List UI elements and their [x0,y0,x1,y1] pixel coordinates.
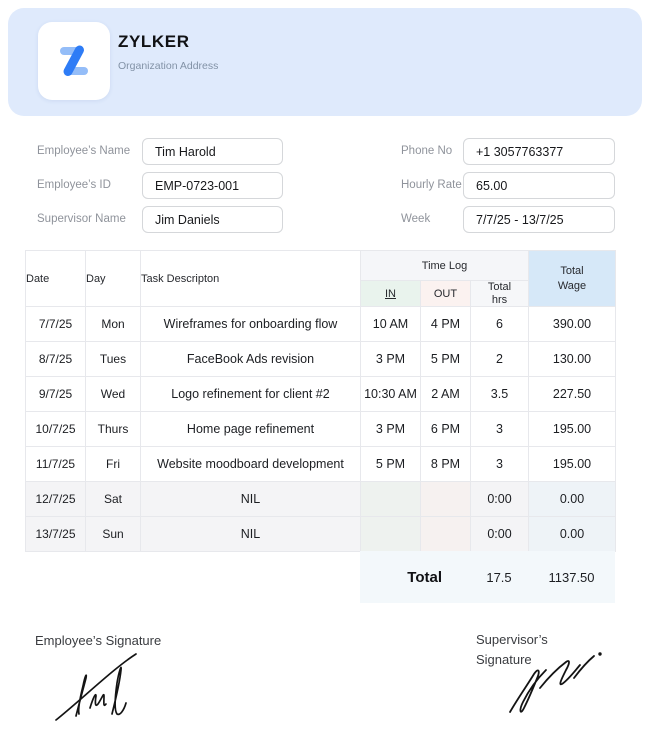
cell-wage: 195.00 [529,447,616,482]
cell-date: 12/7/25 [26,482,86,517]
supervisor-name-input[interactable] [142,206,283,233]
cell-day: Tues [86,342,141,377]
col-header-time-log: Time Log [361,251,529,281]
totals-band: Total 17.5 1137.50 [360,551,615,603]
employee-signature-label: Employee’s Signature [35,633,161,648]
table-row: 7/7/25MonWireframes for onboarding flow1… [26,307,616,342]
table-row: 12/7/25SatNIL 0:000.00 [26,482,616,517]
hourly-rate-label: Hourly Rate [401,172,462,199]
col-header-total-wage: Total Wage [529,251,616,307]
cell-date: 9/7/25 [26,377,86,412]
table-row: 9/7/25WedLogo refinement for client #210… [26,377,616,412]
timesheet-page: ZYLKER Organization Address Employee’s N… [0,0,650,753]
cell-task: Logo refinement for client #2 [141,377,361,412]
cell-in: 3 PM [361,412,421,447]
col-header-out: OUT [421,281,471,307]
table-row: 8/7/25TuesFaceBook Ads revision3 PM5 PM2… [26,342,616,377]
company-address: Organization Address [118,60,218,72]
cell-in [361,517,421,552]
cell-hrs: 3.5 [471,377,529,412]
phone-input[interactable] [463,138,615,165]
company-logo [38,22,110,100]
cell-out: 2 AM [421,377,471,412]
timesheet-table: Date Day Task Descripton Time Log Total … [25,250,616,552]
cell-in: 5 PM [361,447,421,482]
cell-task: NIL [141,517,361,552]
week-input[interactable] [463,206,615,233]
cell-hrs: 3 [471,412,529,447]
cell-date: 10/7/25 [26,412,86,447]
cell-day: Sat [86,482,141,517]
cell-day: Mon [86,307,141,342]
col-header-total-hrs: Total hrs [471,281,529,307]
cell-hrs: 3 [471,447,529,482]
logo-z-icon [50,37,98,85]
total-hours-value: 17.5 [470,570,528,585]
col-header-date: Date [26,251,86,307]
cell-in: 3 PM [361,342,421,377]
cell-wage: 130.00 [529,342,616,377]
cell-wage: 227.50 [529,377,616,412]
cell-out: 6 PM [421,412,471,447]
cell-day: Thurs [86,412,141,447]
cell-day: Sun [86,517,141,552]
header-banner: ZYLKER Organization Address [8,8,642,116]
cell-date: 7/7/25 [26,307,86,342]
cell-task: NIL [141,482,361,517]
cell-out: 5 PM [421,342,471,377]
week-label: Week [401,206,430,233]
cell-task: Home page refinement [141,412,361,447]
col-header-day: Day [86,251,141,307]
supervisor-signature-icon [498,648,616,720]
cell-wage: 195.00 [529,412,616,447]
cell-hrs: 2 [471,342,529,377]
in-label: IN [385,288,396,300]
table-row: 13/7/25SunNIL 0:000.00 [26,517,616,552]
cell-out [421,517,471,552]
table-row: 10/7/25ThursHome page refinement3 PM6 PM… [26,412,616,447]
supervisor-name-label: Supervisor Name [37,206,126,233]
company-name: ZYLKER [118,32,190,52]
cell-in: 10:30 AM [361,377,421,412]
employee-name-input[interactable] [142,138,283,165]
table-row: 11/7/25FriWebsite moodboard development5… [26,447,616,482]
hourly-rate-input[interactable] [463,172,615,199]
cell-hrs: 0:00 [471,482,529,517]
cell-task: Website moodboard development [141,447,361,482]
col-header-task: Task Descripton [141,251,361,307]
cell-wage: 0.00 [529,482,616,517]
cell-wage: 0.00 [529,517,616,552]
cell-task: FaceBook Ads revision [141,342,361,377]
cell-in [361,482,421,517]
phone-label: Phone No [401,138,452,165]
cell-hrs: 0:00 [471,517,529,552]
cell-day: Fri [86,447,141,482]
cell-out [421,482,471,517]
timesheet-body: 7/7/25MonWireframes for onboarding flow1… [26,307,616,552]
cell-date: 8/7/25 [26,342,86,377]
cell-wage: 390.00 [529,307,616,342]
employee-name-label: Employee’s Name [37,138,130,165]
total-wage-value: 1137.50 [528,570,615,585]
employee-signature-icon [46,650,164,730]
cell-date: 11/7/25 [26,447,86,482]
employee-id-input[interactable] [142,172,283,199]
cell-task: Wireframes for onboarding flow [141,307,361,342]
cell-out: 8 PM [421,447,471,482]
col-header-in: IN [361,281,421,307]
cell-hrs: 6 [471,307,529,342]
cell-day: Wed [86,377,141,412]
employee-id-label: Employee’s ID [37,172,111,199]
cell-date: 13/7/25 [26,517,86,552]
total-label: Total [360,569,470,586]
cell-out: 4 PM [421,307,471,342]
cell-in: 10 AM [361,307,421,342]
